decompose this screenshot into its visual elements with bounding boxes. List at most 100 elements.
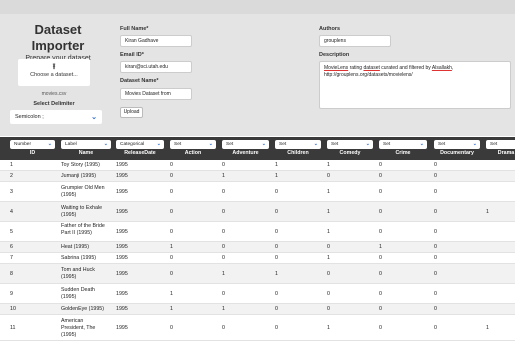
table-cell: 0: [222, 290, 225, 297]
table-cell: 1: [170, 306, 173, 312]
table-cell: 1: [327, 228, 330, 235]
column-type-select[interactable]: Set⌄: [379, 140, 427, 149]
table-cell: 10: [10, 306, 16, 312]
table-cell: 2: [10, 173, 13, 179]
chevron-down-icon: ⌄: [208, 141, 213, 147]
column-header: Name: [78, 150, 94, 156]
delimiter-select[interactable]: Semicolon ; ⌄: [10, 110, 102, 124]
table-cell: 0: [327, 173, 330, 179]
table-cell: 0: [434, 270, 437, 277]
table-cell: 1: [222, 173, 225, 179]
chevron-down-icon: ⌄: [261, 141, 266, 147]
table-cell: 0: [170, 173, 173, 179]
description-text: rating: [348, 65, 364, 71]
table-cell: 0: [327, 306, 330, 312]
table-cell: 0: [170, 270, 173, 277]
table-cell: 4: [10, 208, 13, 215]
table-cell: 0: [170, 188, 173, 195]
column-type-value: Set: [174, 142, 182, 147]
column-type-value: Set: [383, 142, 391, 147]
table-cell: 1: [327, 255, 330, 261]
table-row[interactable]: 2 Jumanji (1995) 1995 0 1 1 0 0 0: [0, 171, 515, 182]
column-type-select[interactable]: Number ⌄: [10, 140, 55, 149]
column-type-select[interactable]: Label ⌄: [61, 140, 111, 149]
column-type-select[interactable]: Categorical ⌄: [116, 140, 164, 149]
table-cell: Jumanji (1995): [61, 173, 97, 179]
table-cell: 1995: [116, 228, 128, 235]
table-row[interactable]: 6 Heat (1995) 1995 1 0 0 0 1 0: [0, 242, 515, 253]
table-cell: 0: [434, 255, 437, 261]
selected-file-name: movies.csv: [41, 91, 67, 97]
table-cell: 0: [275, 244, 278, 250]
table-cell: 0: [379, 208, 382, 215]
dataset-importer-app: Dataset Importer Prepare your dataset ⭱ …: [0, 0, 515, 356]
table-cell: 1: [327, 162, 330, 168]
column-type-select[interactable]: Set⌄: [486, 140, 515, 149]
table-cell: 1995: [116, 306, 128, 312]
table-cell: 0: [434, 290, 437, 297]
table-header: Number ⌄ ID Label ⌄ Name Categorical ⌄ ReleaseDa…: [0, 137, 515, 160]
chevron-down-icon: ⌄: [91, 114, 97, 121]
table-row[interactable]: 10 GoldenEye (1995) 1995 1 1 0 0 0 0: [0, 304, 515, 315]
table-row[interactable]: 7 Sabrina (1995) 1995 0 0 0 1 0 0: [0, 253, 515, 264]
column-type-select[interactable]: Set⌄: [434, 140, 480, 149]
description-label: Description: [319, 52, 350, 58]
description-field[interactable]: MovieLens rating dataset curated and fil…: [319, 61, 511, 109]
table-cell: 3: [10, 188, 13, 195]
table-cell: 0: [434, 188, 437, 195]
column-header: Adventure: [232, 150, 259, 156]
full-name-field[interactable]: Kiran Gadhave: [120, 35, 192, 47]
column-type-select[interactable]: Set ⌄: [170, 140, 216, 149]
table-row[interactable]: 11 American President, The (1995) 1995 0 0 0 1…: [0, 315, 515, 341]
authors-field[interactable]: grouplens: [319, 35, 391, 47]
email-field[interactable]: kiran@sci.utah.edu: [120, 61, 192, 73]
table-cell: 1: [170, 290, 173, 297]
table-row[interactable]: 5 Father of the Bride Part II (1995) 1995 0…: [0, 222, 515, 242]
table-row[interactable]: 1 Toy Story (1995) 1995 0 0 1 1 0 0: [0, 160, 515, 171]
table-cell: Heat (1995): [61, 244, 89, 250]
dataset-name-label: Dataset Name*: [120, 78, 159, 84]
column-type-select[interactable]: Set⌄: [327, 140, 373, 149]
table-cell: 1995: [116, 208, 128, 215]
column-header: ReleaseDate: [124, 150, 156, 156]
column-type-select[interactable]: Set⌄: [222, 140, 269, 149]
table-cell: 0: [222, 324, 225, 331]
table-row[interactable]: 4 Waiting to Exhale (1995) 1995 0 0 0 1 0 0 1: [0, 202, 515, 222]
table-cell: 1995: [116, 255, 128, 261]
table-cell: 1995: [116, 173, 128, 179]
authors-label: Authors: [319, 26, 341, 32]
table-cell: Toy Story (1995): [61, 162, 100, 168]
table-row[interactable]: 3 Grumpier Old Men (1995) 1995 0 0 0 1 0 0: [0, 182, 515, 202]
table-cell: 1: [10, 162, 13, 168]
table-row[interactable]: 9 Sudden Death (1995) 1995 1 0 0 0 0 0: [0, 284, 515, 304]
table-cell: 0: [275, 255, 278, 261]
table-cell: 1: [222, 306, 225, 312]
table-cell: 0: [222, 208, 225, 215]
table-cell: 0: [275, 290, 278, 297]
table-cell: 0: [379, 270, 382, 277]
table-cell: 1995: [116, 244, 128, 250]
table-cell: 0: [170, 255, 173, 261]
table-cell: 0: [170, 324, 173, 331]
delimiter-value: Semicolon ;: [15, 114, 44, 120]
table-cell: 0: [434, 228, 437, 235]
table-cell: 0: [327, 270, 330, 277]
table-cell: Waiting to Exhale (1995): [61, 205, 103, 218]
table-cell: 0: [222, 228, 225, 235]
upload-button[interactable]: Upload: [120, 107, 143, 118]
column-type-value: Number: [14, 142, 32, 147]
table-row[interactable]: 8 Tom and Huck (1995) 1995 0 1 1 0 0 0: [0, 264, 515, 284]
table-cell: 1995: [116, 162, 128, 168]
table-cell: 0: [170, 162, 173, 168]
table-cell: 0: [275, 188, 278, 195]
table-cell: 0: [170, 208, 173, 215]
choose-dataset-button[interactable]: ⭱ Choose a dataset...: [18, 59, 90, 86]
full-name-label: Full Name*: [120, 26, 149, 32]
column-header: Comedy: [339, 150, 361, 156]
table-cell: 0: [275, 228, 278, 235]
column-type-value: Categorical: [120, 142, 145, 147]
table-cell: Sabrina (1995): [61, 255, 97, 261]
column-type-select[interactable]: Set⌄: [275, 140, 321, 149]
table-cell: 0: [379, 188, 382, 195]
dataset-name-field[interactable]: Movies Dataset from: [120, 88, 192, 100]
